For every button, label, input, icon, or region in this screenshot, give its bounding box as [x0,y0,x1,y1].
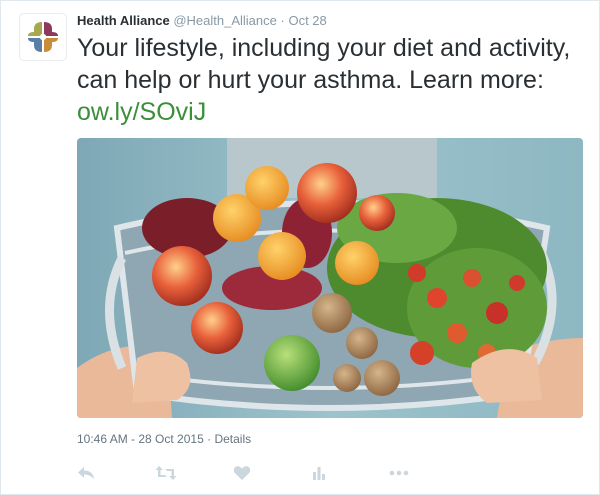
author-name[interactable]: Health Alliance [77,13,170,28]
timestamp-separator: · [207,432,212,446]
author-handle[interactable]: @Health_Alliance [173,13,277,28]
fruit-basket-photo [77,138,583,418]
health-alliance-logo [28,22,58,52]
tweet-media-image[interactable] [77,138,583,418]
like-icon [233,466,251,480]
more-button[interactable] [389,459,467,487]
retweet-icon [155,466,177,480]
retweet-button[interactable] [155,459,233,487]
like-button[interactable] [233,459,311,487]
analytics-icon [313,467,325,480]
tweet-actions [77,459,467,487]
avatar[interactable] [19,13,67,61]
tweet-header: Health Alliance @Health_Alliance · Oct 2… [77,13,327,28]
reply-button[interactable] [77,459,155,487]
tweet-text-main: Your lifestyle, including your diet and … [77,34,571,94]
reply-icon [78,467,94,479]
tweet-text: Your lifestyle, including your diet and … [77,32,582,128]
header-separator: · [280,13,285,28]
tweet-link[interactable]: ow.ly/SOviJ [77,98,206,126]
tweet-timestamp: 10:46 AM - 28 Oct 2015 [77,432,204,446]
tweet-date[interactable]: Oct 28 [288,13,326,28]
more-icon [389,470,409,476]
details-link[interactable]: Details [214,432,251,446]
tweet-card: Health Alliance @Health_Alliance · Oct 2… [0,0,600,495]
analytics-button[interactable] [311,459,389,487]
tweet-timestamp-row: 10:46 AM - 28 Oct 2015 · Details [77,432,251,446]
